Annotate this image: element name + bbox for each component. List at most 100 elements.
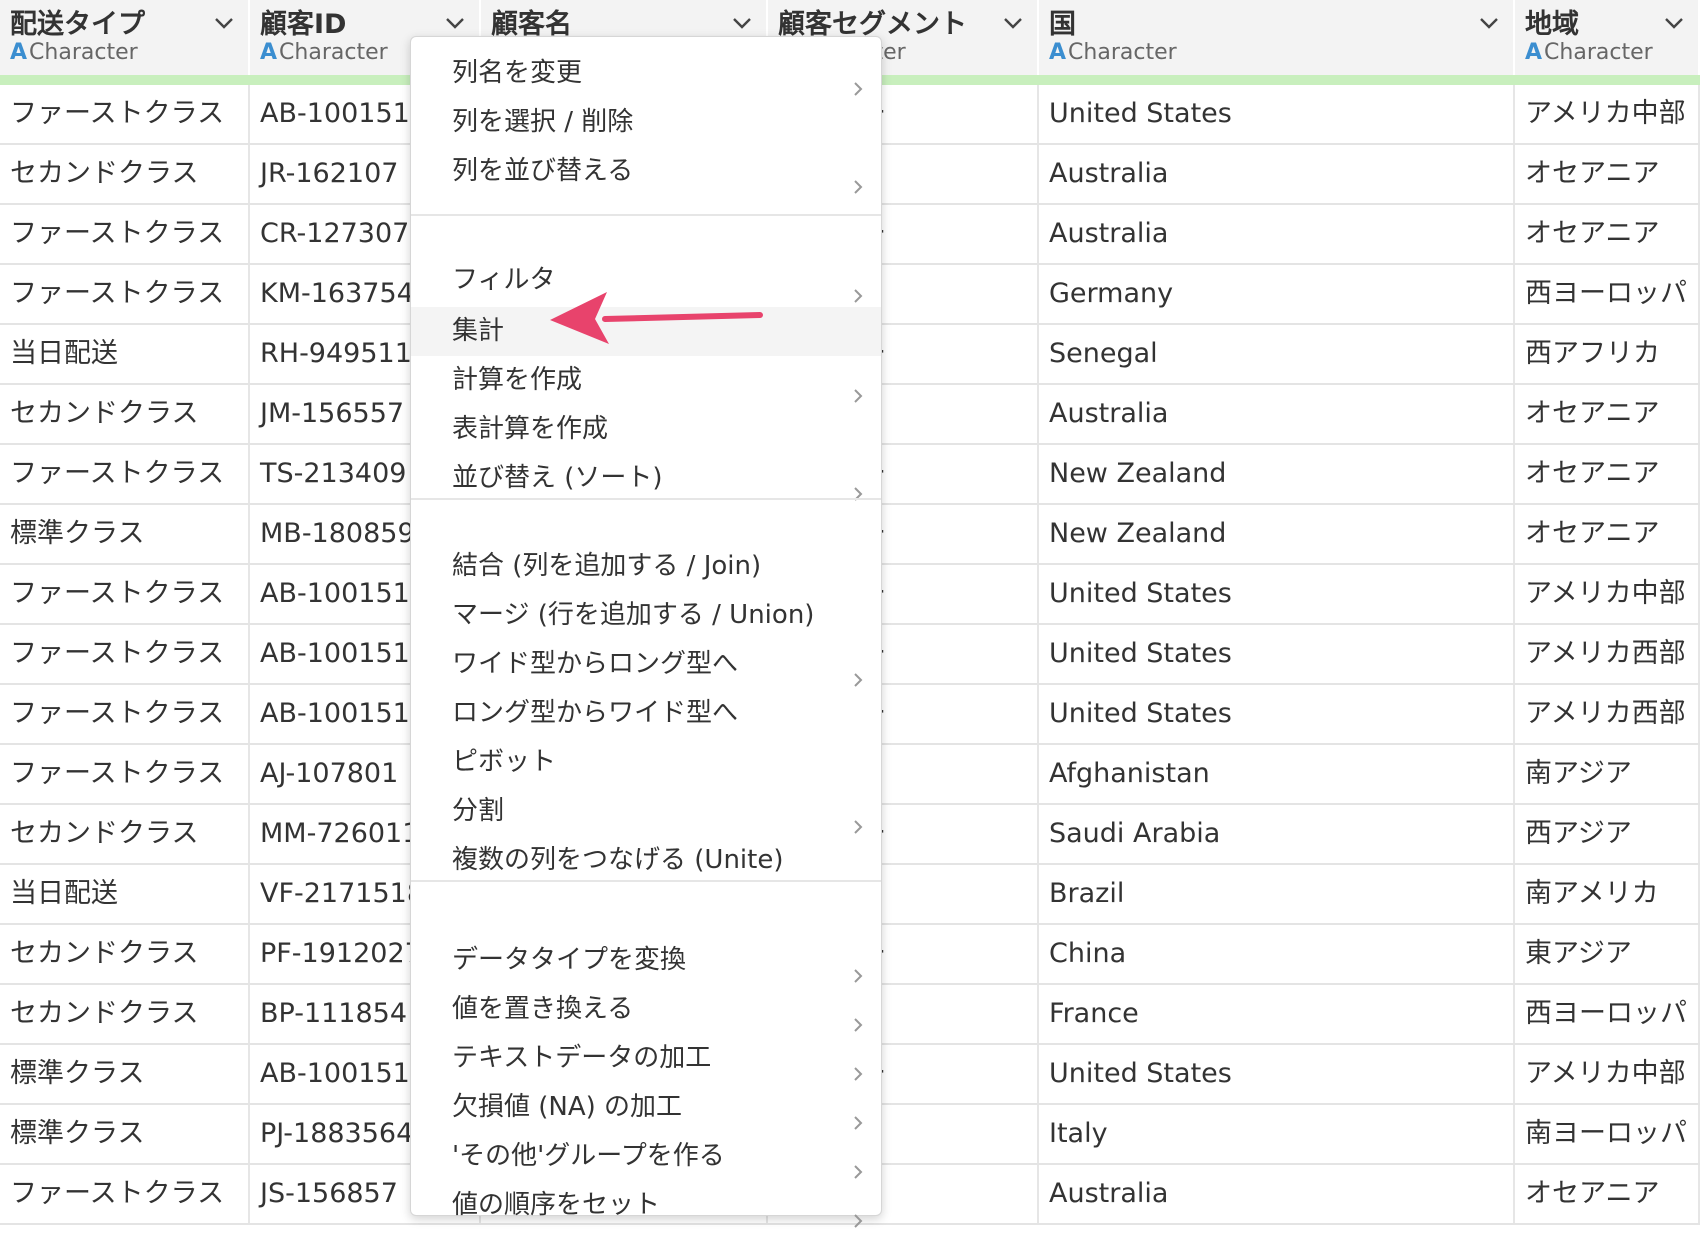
chevron-down-icon[interactable] <box>445 16 464 30</box>
character-type-icon: A <box>1049 40 1067 65</box>
table-cell: アメリカ中部 <box>1515 565 1700 623</box>
table-cell: 東アジア <box>1515 925 1700 983</box>
table-cell: ファーストクラス <box>0 685 250 743</box>
table-cell: オセアニア <box>1515 1165 1700 1223</box>
menu-item-1-3[interactable]: 表計算を作成 <box>411 405 881 454</box>
table-cell: China <box>1039 925 1515 983</box>
table-cell: 西ヨーロッパ <box>1515 985 1700 1043</box>
column-header-4[interactable]: 国 ACharacter <box>1039 0 1515 75</box>
chevron-down-icon[interactable] <box>1664 16 1683 30</box>
menu-item-label: マージ (行を追加する / Union) <box>452 600 815 630</box>
menu-item-label: 表計算を作成 <box>452 414 609 444</box>
menu-item-1-1[interactable]: 集計 <box>411 307 881 356</box>
menu-item-label: 集計 <box>452 316 505 346</box>
chevron-right-icon <box>853 803 863 834</box>
table-cell: 西アフリカ <box>1515 325 1700 383</box>
menu-item-2-4[interactable]: ピボット <box>411 738 881 787</box>
table-cell: Afghanistan <box>1039 745 1515 803</box>
chevron-down-icon[interactable] <box>1003 16 1022 30</box>
chevron-right-icon <box>853 470 863 501</box>
table-cell: Australia <box>1039 1165 1515 1223</box>
table-cell: セカンドクラス <box>0 145 250 203</box>
table-cell: ファーストクラス <box>0 625 250 683</box>
menu-item-2-6[interactable]: 複数の列をつなげる (Unite) <box>411 836 881 885</box>
chevron-right-icon <box>853 163 863 194</box>
table-cell: セカンドクラス <box>0 385 250 443</box>
menu-item-2-5[interactable]: 分割 <box>411 787 881 836</box>
menu-item-3-0[interactable]: データタイプを変換 <box>411 936 881 985</box>
menu-item-2-0[interactable]: 結合 (列を追加する / Join) <box>411 542 881 591</box>
menu-item-2-3[interactable]: ロング型からワイド型へ <box>411 689 881 738</box>
table-cell: アメリカ西部 <box>1515 685 1700 743</box>
menu-item-label: 分割 <box>452 796 505 826</box>
chevron-right-icon <box>853 1001 863 1032</box>
menu-item-label: 列を選択 / 削除 <box>452 107 634 137</box>
menu-item-0-2[interactable]: 列を並び替える <box>411 147 881 196</box>
column-type: ACharacter <box>260 40 388 65</box>
menu-item-label: 並び替え (ソート) <box>452 463 663 493</box>
table-cell: 当日配送 <box>0 325 250 383</box>
chevron-right-icon <box>853 272 863 303</box>
menu-item-0-1[interactable]: 列を選択 / 削除 <box>411 98 881 147</box>
table-cell: 標準クラス <box>0 1105 250 1163</box>
table-cell: Brazil <box>1039 865 1515 923</box>
table-cell: セカンドクラス <box>0 985 250 1043</box>
menu-item-3-4[interactable]: 'その他'グループを作る <box>411 1132 881 1181</box>
menu-item-label: 計算を作成 <box>452 365 583 395</box>
table-cell: 西ヨーロッパ <box>1515 265 1700 323</box>
character-type-icon: A <box>1525 40 1543 65</box>
table-cell: United States <box>1039 685 1515 743</box>
table-cell: オセアニア <box>1515 205 1700 263</box>
chevron-right-icon <box>853 656 863 687</box>
table-cell: アメリカ中部 <box>1515 1045 1700 1103</box>
menu-item-2-1[interactable]: マージ (行を追加する / Union) <box>411 591 881 640</box>
menu-item-label: ロング型からワイド型へ <box>452 698 739 728</box>
menu-item-label: 複数の列をつなげる (Unite) <box>452 845 784 875</box>
menu-item-1-4[interactable]: 並び替え (ソート) <box>411 454 881 503</box>
menu-item-1-0[interactable]: フィルタ <box>411 256 881 305</box>
menu-item-label: 列を並び替える <box>452 156 634 186</box>
table-cell: ファーストクラス <box>0 565 250 623</box>
menu-item-2-2[interactable]: ワイド型からロング型へ <box>411 640 881 689</box>
table-cell: France <box>1039 985 1515 1043</box>
menu-item-3-2[interactable]: テキストデータの加工 <box>411 1034 881 1083</box>
menu-item-label: データタイプを変換 <box>452 945 687 975</box>
table-cell: オセアニア <box>1515 385 1700 443</box>
menu-item-label: 欠損値 (NA) の加工 <box>452 1092 683 1122</box>
menu-item-label: フィルタ <box>452 265 556 295</box>
menu-item-1-2[interactable]: 計算を作成 <box>411 356 881 405</box>
column-type: ACharacter <box>1525 40 1653 65</box>
menu-item-label: テキストデータの加工 <box>452 1043 712 1073</box>
table-cell: ファーストクラス <box>0 265 250 323</box>
table-cell: セカンドクラス <box>0 925 250 983</box>
column-name: 国 <box>1049 9 1076 40</box>
menu-item-3-1[interactable]: 値を置き換える <box>411 985 881 1034</box>
table-cell: ファーストクラス <box>0 85 250 143</box>
chevron-right-icon <box>853 65 863 96</box>
menu-item-label: 値を置き換える <box>452 994 634 1024</box>
table-cell: ファーストクラス <box>0 745 250 803</box>
column-context-menu: 列名を変更列を選択 / 削除 列を並び替える フィルタ集計計算を作成表計算を作成並び… <box>410 36 882 1228</box>
menu-item-label: ワイド型からロング型へ <box>452 649 739 679</box>
character-type-icon: A <box>260 40 278 65</box>
chevron-right-icon <box>853 952 863 983</box>
table-cell: Australia <box>1039 145 1515 203</box>
chevron-right-icon <box>853 372 863 403</box>
column-header-0[interactable]: 配送タイプ ACharacter <box>0 0 250 75</box>
table-cell: 標準クラス <box>0 505 250 563</box>
table-cell: セカンドクラス <box>0 805 250 863</box>
table-cell: Italy <box>1039 1105 1515 1163</box>
chevron-down-icon[interactable] <box>214 16 233 30</box>
column-type-label: Character <box>1068 40 1177 65</box>
menu-item-label: 値の順序をセット <box>452 1190 661 1220</box>
column-header-5[interactable]: 地域 ACharacter <box>1515 0 1700 75</box>
menu-item-3-3[interactable]: 欠損値 (NA) の加工 <box>411 1083 881 1132</box>
chevron-down-icon[interactable] <box>732 16 751 30</box>
table-cell: United States <box>1039 85 1515 143</box>
menu-item-label: 'その他'グループを作る <box>452 1141 725 1171</box>
table-cell: 南アジア <box>1515 745 1700 803</box>
menu-separator <box>411 214 881 216</box>
table-cell: ファーストクラス <box>0 1165 250 1223</box>
chevron-down-icon[interactable] <box>1479 16 1498 30</box>
menu-item-0-0[interactable]: 列名を変更 <box>411 49 881 98</box>
